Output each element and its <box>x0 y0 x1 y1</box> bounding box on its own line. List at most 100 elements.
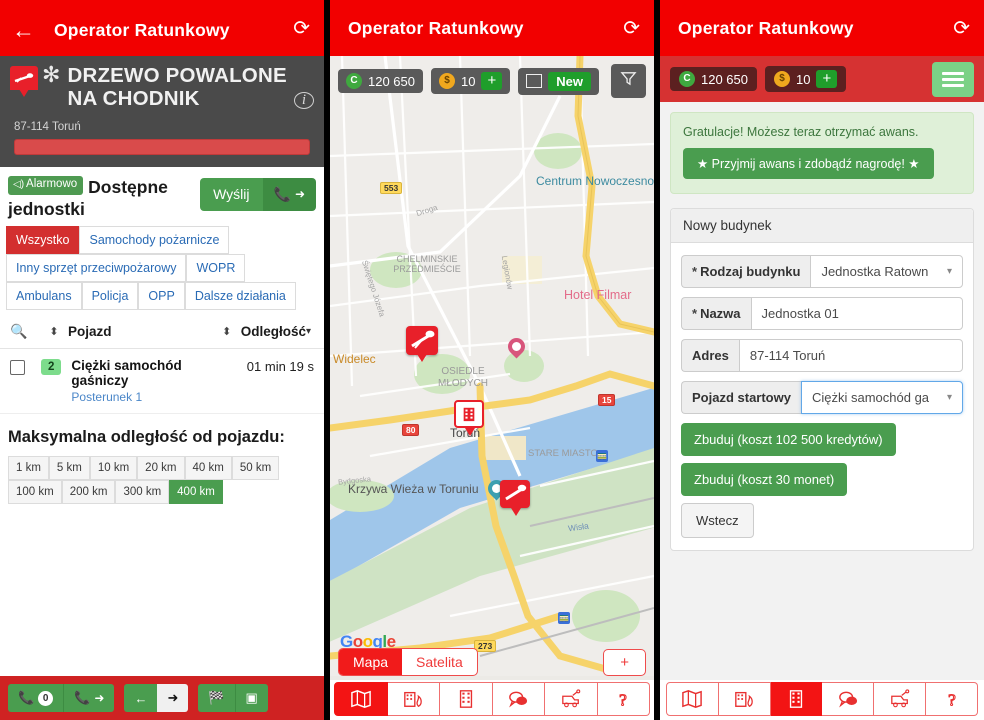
fire-station-marker[interactable] <box>406 326 438 362</box>
filter-chip-ambulans[interactable]: Ambulans <box>6 282 82 311</box>
filter-chip-wszystko[interactable]: Wszystko <box>6 226 80 255</box>
filter-chip-opp[interactable]: OPP <box>138 282 185 311</box>
new-mission-pill[interactable]: New <box>518 67 599 95</box>
nav-vehicle-icon[interactable] <box>545 682 598 716</box>
map-canvas[interactable]: Centrum Nowoczesności Młyn Hotel Filmar … <box>330 56 654 680</box>
nav-buildings-icon[interactable] <box>440 682 493 716</box>
screenshot-root: ← Operator Ratunkowy ⟳ ✻ DRZEWO POWALONE… <box>0 0 984 720</box>
gold-coin-icon: $ <box>774 71 790 87</box>
unit-type-filters: Wszystko Samochody pożarnicze Inny sprzę… <box>0 222 324 311</box>
field-row-building-type: * Rodzaj budynku Jednostka Ratown ▾ <box>681 255 963 288</box>
distance-chip-1km[interactable]: 1 km <box>8 456 49 481</box>
distance-chip-50km[interactable]: 50 km <box>231 456 280 481</box>
distance-chip-100km[interactable]: 100 km <box>8 480 62 505</box>
credits-value: 120 650 <box>368 73 415 89</box>
distance-chip-200km[interactable]: 200 km <box>61 480 116 505</box>
refresh-icon[interactable]: ⟳ <box>953 16 970 41</box>
select-start-vehicle[interactable]: Ciężki samochód ga ▾ <box>800 381 963 414</box>
row-station-link[interactable]: Posterunek 1 <box>71 390 240 404</box>
select-building-type[interactable]: Jednostka Ratown ▾ <box>810 255 963 288</box>
map-type-mapa[interactable]: Mapa <box>339 649 403 675</box>
chevron-down-icon[interactable]: ▾ <box>306 326 314 337</box>
checkered-flag-icon[interactable]: 🏁 <box>198 684 235 712</box>
distance-chip-300km[interactable]: 300 km <box>115 480 170 505</box>
input-name[interactable]: Jednostka 01 <box>750 297 963 330</box>
accept-promotion-button[interactable]: ★ Przyjmij awans i zdobądź nagrodę! ★ <box>683 148 934 179</box>
sort-icon-vehicle[interactable]: ⬍ <box>40 325 68 338</box>
filter-chip-inny-sprzet[interactable]: Inny sprzęt przeciwpożarowy <box>6 254 187 283</box>
prev-button[interactable]: ← <box>124 684 158 712</box>
zoom-in-button[interactable]: + <box>603 648 646 676</box>
search-icon[interactable]: 🔍 <box>10 323 40 340</box>
add-coins-button[interactable]: + <box>816 70 838 88</box>
nav-help-icon[interactable]: ? <box>597 682 650 716</box>
promotion-text: Gratulacje! Możesz teraz otrzymać awans. <box>683 125 919 139</box>
table-row[interactable]: 2 Ciężki samochód gaśniczy Posterunek 1 … <box>0 349 324 415</box>
nav-help-icon[interactable]: ? <box>926 682 978 716</box>
info-icon[interactable]: i <box>294 91 314 109</box>
alarm-badge[interactable]: ◁) Alarmowo <box>8 176 84 195</box>
coins-pill[interactable]: $ 10 + <box>765 66 847 92</box>
chevron-down-icon: ▾ <box>946 392 952 403</box>
distance-chip-40km[interactable]: 40 km <box>184 456 232 481</box>
hotel-poi[interactable] <box>504 334 529 359</box>
call-count-value: 0 <box>38 690 54 706</box>
distance-chip-400km[interactable]: 400 km <box>169 480 223 505</box>
nav-buildings-icon[interactable] <box>770 682 823 716</box>
call-forward-button[interactable]: 📞 ➜ <box>63 684 115 712</box>
nav-fire-building-icon[interactable] <box>718 682 771 716</box>
filter-chip-policja[interactable]: Policja <box>81 282 139 311</box>
distance-chip-10km[interactable]: 10 km <box>89 456 138 481</box>
building-marker[interactable] <box>454 400 484 436</box>
transit-icon-2: 🚃 <box>558 612 570 624</box>
new-button[interactable]: New <box>548 71 591 91</box>
screen-icon[interactable]: ▣ <box>234 684 268 712</box>
column-vehicle: Pojazd <box>68 324 112 340</box>
max-distance-options: 1 km 5 km 10 km 20 km 40 km 50 km 100 km… <box>0 456 324 505</box>
nav-chat-icon[interactable] <box>492 682 545 716</box>
row-time: 01 min 19 s <box>246 359 314 375</box>
nav-map-icon[interactable] <box>666 682 719 716</box>
filter-icon[interactable] <box>611 64 646 98</box>
hamburger-menu-icon[interactable] <box>932 61 974 97</box>
credits-pill[interactable]: C 120 650 <box>338 69 423 93</box>
fallen-tree-pin-icon <box>10 66 38 98</box>
panel3-titlebar: Operator Ratunkowy ⟳ <box>660 0 984 56</box>
build-with-coins-button[interactable]: Zbuduj (koszt 30 monet) <box>681 463 848 496</box>
panel2-bottom-nav: ? <box>330 680 654 720</box>
back-arrow-icon[interactable]: ← <box>12 18 42 42</box>
add-coins-button[interactable]: + <box>481 72 503 90</box>
coins-pill[interactable]: $ 10 + <box>431 68 511 94</box>
map-type-satelita[interactable]: Satelita <box>402 649 477 675</box>
panel3-currency-bar: C 120 650 $ 10 + <box>660 56 984 102</box>
refresh-icon[interactable]: ⟳ <box>293 16 310 41</box>
credits-pill[interactable]: C 120 650 <box>670 67 757 91</box>
nav-vehicle-icon[interactable] <box>874 682 927 716</box>
row-checkbox[interactable] <box>10 360 25 376</box>
filter-chip-samochody[interactable]: Samochody pożarnicze <box>79 226 230 255</box>
svg-text:?: ? <box>619 690 627 709</box>
input-address[interactable]: 87-114 Toruń <box>738 339 963 372</box>
fire-unit-marker[interactable] <box>500 480 530 516</box>
promotion-banner: Gratulacje! Możesz teraz otrzymać awans.… <box>670 112 974 194</box>
nav-fire-building-icon[interactable] <box>387 682 440 716</box>
build-with-credits-button[interactable]: Zbuduj (koszt 102 500 kredytów) <box>681 423 896 456</box>
sort-icon-distance[interactable]: ⬍ <box>213 325 241 338</box>
column-distance: Odległość <box>240 324 306 340</box>
send-button[interactable]: Wyślij 📞 ➜ <box>200 177 316 211</box>
distance-chip-20km[interactable]: 20 km <box>137 456 185 481</box>
filter-chip-wopr[interactable]: WOPR <box>186 254 246 283</box>
alarm-badge-label: Alarmowo <box>26 178 78 191</box>
road-shield-15: 15 <box>598 394 616 406</box>
map-label-krzywa-wieza: Krzywa Wieża w Toruniu <box>348 482 479 496</box>
nav-chat-icon[interactable] <box>822 682 875 716</box>
nav-map-icon[interactable] <box>334 682 388 716</box>
filter-chip-dalsze[interactable]: Dalsze działania <box>184 282 296 311</box>
back-button[interactable]: Wstecz <box>681 503 754 538</box>
distance-chip-5km[interactable]: 5 km <box>48 456 90 481</box>
map-label-hotel: Hotel Filmar <box>564 288 632 302</box>
mission-body: ◁) Alarmowo Dostępne jednostki Wyślij 📞 ➜ W… <box>0 166 324 676</box>
call-count-button[interactable]: 📞 0 <box>8 684 64 712</box>
next-button[interactable]: ➜ <box>157 684 189 712</box>
refresh-icon[interactable]: ⟳ <box>623 16 640 41</box>
